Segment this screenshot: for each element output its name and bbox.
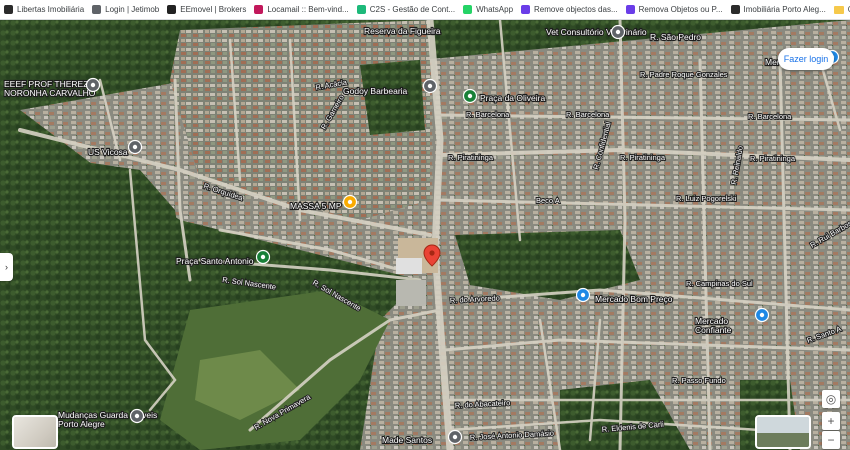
bookmark-label: Remova Objetos ou P... [638,5,723,14]
bookmark-label: WhatsApp [476,5,514,14]
bookmark-favicon-icon [167,5,177,14]
bookmark-item[interactable]: Imobiliária Porto Aleg... [727,0,830,19]
street-label: R. Passo Fundo [672,376,726,385]
bookmark-item[interactable]: EEmovel | Brokers [163,0,250,19]
bookmarks-bar: Libertas Imobiliária Login | Jetimob EEmov… [0,0,850,20]
street-label: Beco A [536,196,560,205]
map-place-label[interactable]: EEEF PROF THEREZA NORONHA CARVALHO [3,78,97,99]
street-label: R. Padre Roque Gonzales [640,70,728,79]
bookmark-favicon-icon [730,5,740,14]
poi-pin-icon[interactable] [342,194,358,210]
map-place-label[interactable]: US Vicosa [87,146,129,158]
expand-panel-button[interactable]: › [0,253,13,281]
bookmark-item[interactable]: Locamail :: Bem-vind... [250,0,352,19]
layers-thumbnail[interactable] [12,415,58,449]
zoom-out-button[interactable]: − [822,431,840,449]
bookmark-label: Login | Jetimob [105,5,160,14]
poi-pin-icon[interactable] [447,429,463,445]
bookmark-favicon-icon [356,5,366,14]
map-canvas[interactable]: Reserva da Figueira Vet Consultório Veter… [0,20,850,450]
bookmark-label: Remove objectos das... [534,5,618,14]
bookmark-item[interactable]: Login | Jetimob [88,0,163,19]
bookmark-label: Libertas Imobiliária [17,5,85,14]
street-label: R. Piratininga [448,153,494,162]
poi-pin-icon[interactable] [462,88,478,104]
map-place-label[interactable]: Reserva da Figueira [363,25,442,37]
bookmark-item[interactable]: WhatsApp [459,0,517,19]
bookmark-favicon-icon [92,5,102,14]
zoom-in-button[interactable]: + [822,412,840,430]
bookmark-label: Imobiliária Porto Aleg... [743,5,826,14]
street-label: R. Luiz Pogorelski [676,194,737,203]
map-place-label[interactable]: R. São Pedro [649,31,703,43]
satellite-map[interactable]: Reserva da Figueira Vet Consultório Veter… [0,20,850,450]
bookmark-item[interactable]: C2S - Gestão de Cont... [353,0,459,19]
bookmark-label: Locamail :: Bem-vind... [267,5,349,14]
street-label: R. Piratininga [620,153,666,162]
bookmark-favicon-icon [521,5,531,14]
bookmark-item[interactable]: Remove objectos das... [517,0,622,19]
street-label: R. Piratininga [750,154,796,163]
map-place-label[interactable]: MASSA 5 MP [289,200,343,212]
map-place-label[interactable]: Godoy Barbearia [342,85,409,97]
bookmark-favicon-icon [463,5,473,14]
folder-icon [833,5,844,14]
map-place-label[interactable]: Praça Santo Antonio [175,255,255,267]
street-label: R. Barcelona [566,110,610,119]
street-label: R. Campinas do Sul [686,279,753,288]
poi-pin-icon[interactable] [255,249,271,265]
poi-pin-icon[interactable] [754,307,770,323]
map-place-label[interactable]: Mercado Confiante [694,315,733,336]
poi-pin-icon[interactable] [422,78,438,94]
login-button[interactable]: Fazer login [778,48,834,70]
poi-pin-icon[interactable] [575,287,591,303]
map-place-label[interactable]: Praça da Oliveira [479,92,547,104]
poi-pin-icon[interactable] [127,139,143,155]
my-location-icon[interactable]: ◎ [822,390,840,408]
poi-pin-icon[interactable] [129,408,145,424]
poi-pin-icon[interactable] [610,24,626,40]
other-bookmarks-button[interactable]: Outros favoritos [830,0,850,19]
map-place-label[interactable]: Made Santos [381,434,433,446]
street-view-thumbnail[interactable] [755,415,811,449]
bookmark-favicon-icon [4,5,13,14]
bookmark-label: EEmovel | Brokers [180,5,247,14]
bookmark-item[interactable]: Libertas Imobiliária [0,0,88,19]
bookmark-favicon-icon [625,5,635,14]
street-label: R. Barcelona [748,112,792,121]
bookmark-item[interactable]: Remova Objetos ou P... [622,0,727,19]
map-place-label[interactable]: Mercado Bom Preço [594,293,674,305]
street-label: R. Barcelona [466,110,510,119]
bookmark-favicon-icon [254,5,264,14]
bookmark-label: C2S - Gestão de Cont... [369,5,456,14]
map-place-label[interactable]: Vet Consultório Veterinário [545,26,648,38]
poi-pin-icon[interactable] [85,77,101,93]
